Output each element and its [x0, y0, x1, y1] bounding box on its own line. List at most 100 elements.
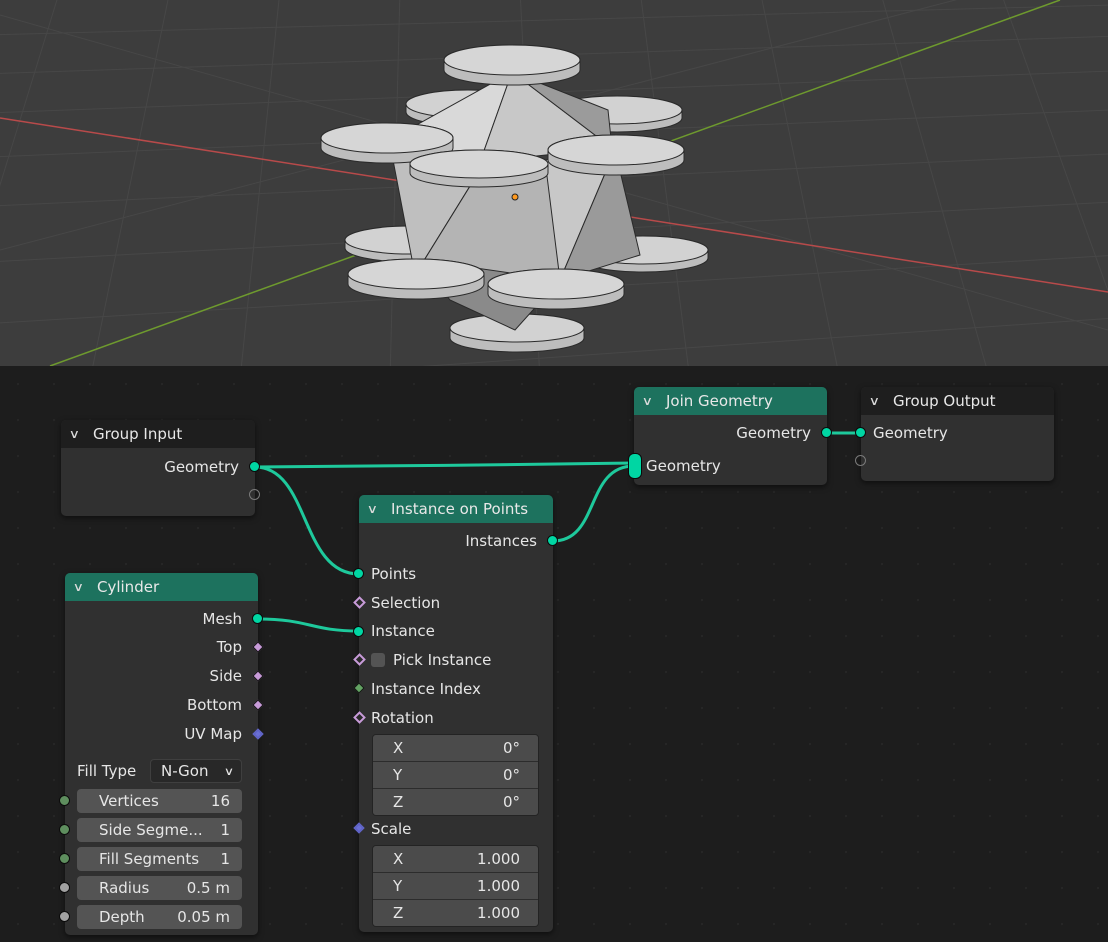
side-segments-field[interactable]: Side Segme... 1	[77, 818, 242, 842]
node-header[interactable]: ∨ Instance on Points	[359, 495, 553, 523]
socket-label: Side	[209, 667, 242, 685]
group-input-node[interactable]: ∨ Group Input Geometry	[61, 420, 260, 516]
socket-label: Geometry	[646, 457, 721, 475]
scale-vector[interactable]: X 1.000 Y 1.000 Z 1.000	[372, 845, 539, 927]
fill-type-dropdown[interactable]: N-Gon ∨	[150, 759, 242, 783]
input-instance: Instance	[359, 619, 553, 643]
fill-segments-socket[interactable]	[59, 853, 70, 864]
input-geometry: Geometry	[861, 421, 1054, 445]
socket-label: Instance	[371, 622, 435, 640]
vertices-socket[interactable]	[59, 795, 70, 806]
link-groupinput-join	[254, 461, 635, 469]
instances-socket[interactable]	[547, 535, 558, 546]
field-label: Radius	[99, 879, 150, 897]
side-segments-socket[interactable]	[59, 824, 70, 835]
socket-label: Points	[371, 565, 417, 583]
node-header[interactable]: ∨ Join Geometry	[634, 387, 827, 415]
link-instances-join	[552, 464, 635, 543]
axis-label: Y	[393, 877, 403, 895]
rotation-z-field[interactable]: Z 0°	[373, 789, 538, 815]
rotation-y-field[interactable]: Y 0°	[373, 762, 538, 789]
output-uv-map: UV Map	[65, 722, 258, 746]
socket-label: Mesh	[202, 610, 243, 628]
field-value: 0.5 m	[186, 879, 230, 897]
input-rotation: Rotation	[359, 706, 553, 730]
rotation-vector[interactable]: X 0° Y 0° Z 0°	[372, 734, 539, 816]
input-points: Points	[359, 562, 553, 586]
axis-value: 0°	[502, 766, 520, 784]
axis-value: 0°	[502, 793, 520, 811]
join-geometry-node[interactable]: ∨ Join Geometry Geometry Geometry	[628, 387, 832, 485]
link-groupinput-points	[254, 465, 360, 576]
node-title: Cylinder	[97, 578, 160, 596]
chevron-down-icon[interactable]: ∨	[367, 502, 388, 516]
field-label: Vertices	[99, 792, 159, 810]
socket-label: UV Map	[184, 725, 242, 743]
socket-label: Instances	[465, 532, 537, 550]
axis-value: 1.000	[477, 877, 520, 895]
empty-socket[interactable]	[855, 455, 866, 466]
socket-label: Bottom	[186, 696, 242, 714]
mesh-socket[interactable]	[252, 613, 263, 624]
node-title: Group Output	[893, 392, 996, 410]
input-geometry: Geometry	[634, 454, 827, 478]
socket-label: Instance Index	[371, 680, 481, 698]
rotation-x-field[interactable]: X 0°	[373, 735, 538, 762]
instance-on-points-node[interactable]: ∨ Instance on Points Instances Points Se…	[353, 495, 558, 932]
output-geometry: Geometry	[61, 455, 255, 479]
field-value: 1	[220, 821, 230, 839]
socket-label: Pick Instance	[393, 651, 492, 669]
node-title: Instance on Points	[391, 500, 529, 518]
radius-socket[interactable]	[59, 882, 70, 893]
node-title: Join Geometry	[666, 392, 773, 410]
axis-label: Z	[393, 904, 404, 922]
field-value: 0.05 m	[177, 908, 230, 926]
chevron-down-icon[interactable]: ∨	[869, 394, 890, 408]
multi-input-socket[interactable]	[628, 453, 642, 479]
chevron-down-icon[interactable]: ∨	[642, 394, 663, 408]
chevron-down-icon[interactable]: ∨	[69, 427, 90, 441]
node-header[interactable]: ∨ Group Input	[61, 420, 255, 448]
input-pick-instance[interactable]: Pick Instance	[359, 648, 553, 672]
socket-label: Geometry	[873, 424, 948, 442]
node-header[interactable]: ∨ Group Output	[861, 387, 1054, 415]
input-scale: Scale	[359, 817, 553, 841]
axis-value: 1.000	[477, 850, 520, 868]
socket-label: Top	[216, 638, 242, 656]
socket-label: Geometry	[736, 424, 811, 442]
geometry-socket[interactable]	[855, 427, 866, 438]
output-geometry: Geometry	[634, 421, 827, 445]
output-bottom: Bottom	[65, 693, 258, 717]
chevron-down-icon[interactable]: ∨	[73, 580, 94, 594]
socket-label: Geometry	[164, 458, 239, 476]
link-mesh-instance	[257, 617, 360, 633]
depth-field[interactable]: Depth 0.05 m	[77, 905, 242, 929]
node-header[interactable]: ∨ Cylinder	[65, 573, 258, 601]
geometry-socket[interactable]	[821, 427, 832, 438]
instance-socket[interactable]	[353, 626, 364, 637]
pick-instance-checkbox[interactable]	[371, 653, 385, 667]
3d-viewport[interactable]	[0, 0, 1108, 366]
cylinder-node[interactable]: ∨ Cylinder Mesh Top Side Bottom UV Map F…	[59, 573, 264, 935]
input-selection: Selection	[359, 591, 553, 615]
scale-y-field[interactable]: Y 1.000	[373, 873, 538, 900]
fill-segments-field[interactable]: Fill Segments 1	[77, 847, 242, 871]
radius-field[interactable]: Radius 0.5 m	[77, 876, 242, 900]
scale-x-field[interactable]: X 1.000	[373, 846, 538, 873]
axis-value: 0°	[502, 739, 520, 757]
node-title: Group Input	[93, 425, 183, 443]
points-socket[interactable]	[353, 568, 364, 579]
scale-z-field[interactable]: Z 1.000	[373, 900, 538, 926]
field-label: Side Segme...	[99, 821, 203, 839]
viewport-scene	[0, 0, 1108, 366]
output-mesh: Mesh	[65, 607, 258, 631]
origin-dot-icon	[511, 193, 519, 201]
field-label: Fill Segments	[99, 850, 200, 868]
field-label: Depth	[99, 908, 145, 926]
depth-socket[interactable]	[59, 911, 70, 922]
group-output-node[interactable]: ∨ Group Output Geometry	[855, 387, 1054, 481]
geometry-socket[interactable]	[249, 461, 260, 472]
node-editor[interactable]: ∨ Group Input Geometry ∨ Join Geometry G…	[0, 366, 1108, 942]
vertices-field[interactable]: Vertices 16	[77, 789, 242, 813]
empty-socket[interactable]	[249, 489, 260, 500]
